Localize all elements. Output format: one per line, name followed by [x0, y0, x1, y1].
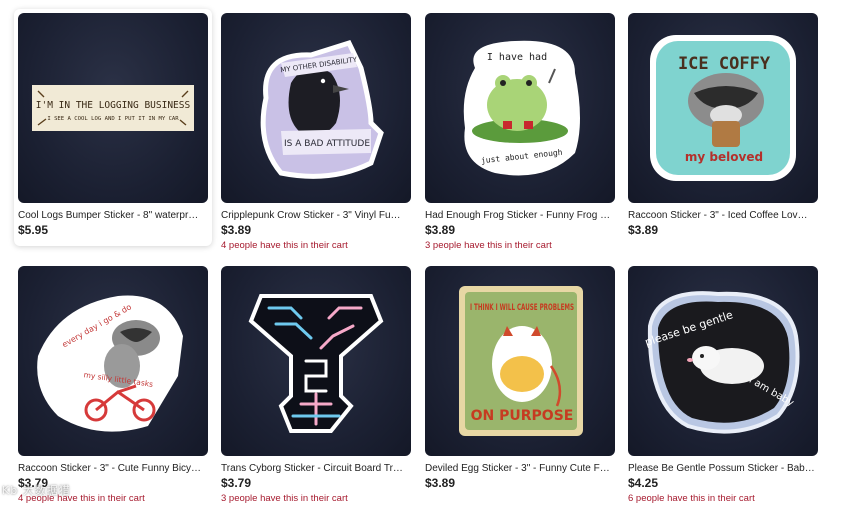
sticker-text: IS A BAD ATTITUDE — [284, 139, 370, 149]
product-card[interactable]: I have had just about enough Had Enough … — [425, 13, 615, 251]
product-title[interactable]: Cripplepunk Crow Sticker - 3" Vinyl Fu… — [221, 210, 411, 221]
product-image[interactable]: ICE COFFY my beloved — [628, 13, 818, 203]
product-card[interactable]: I THINK I WILL CAUSE PROBLEMS ON PURPOSE… — [425, 266, 615, 493]
product-title[interactable]: Had Enough Frog Sticker - Funny Frog … — [425, 210, 615, 221]
sticker-text: I THINK I WILL CAUSE PROBLEMS — [470, 303, 574, 313]
product-card[interactable]: please be gentle i am baby Please Be Gen… — [628, 266, 818, 504]
product-title[interactable]: Cool Logs Bumper Sticker - 8" waterpr… — [18, 210, 208, 221]
sticker-text: I SEE A COOL LOG AND I PUT IT IN MY CAR — [47, 116, 179, 122]
product-price: $3.89 — [425, 223, 456, 237]
product-card[interactable]: Trans Cyborg Sticker - Circuit Board Tr…… — [221, 266, 411, 504]
cart-count[interactable]: 3 people have this in their cart — [425, 240, 615, 251]
product-image[interactable]: please be gentle i am baby — [628, 266, 818, 456]
product-price: $3.89 — [425, 476, 456, 490]
product-image[interactable]: every day i go & do my silly little task… — [18, 266, 208, 456]
product-title[interactable]: Deviled Egg Sticker - 3" - Funny Cute F… — [425, 463, 615, 474]
product-price: $4.25 — [628, 476, 659, 490]
product-title[interactable]: Raccoon Sticker - 3" - Iced Coffee Lov… — [628, 210, 818, 221]
sticker-text: I'M IN THE LOGGING BUSINESS — [36, 100, 191, 111]
sticker-text: my beloved — [685, 150, 763, 164]
product-card[interactable]: MY OTHER DISABILITY IS A BAD ATTITUDE Cr… — [221, 13, 411, 251]
cart-count[interactable]: 6 people have this in their cart — [628, 493, 818, 504]
product-price: $3.89 — [221, 223, 252, 237]
product-image[interactable]: I have had just about enough — [425, 13, 615, 203]
product-image[interactable] — [221, 266, 411, 456]
watermark: Kb 大数据猎 — [2, 484, 71, 497]
sticker-text: ICE COFFY — [678, 54, 771, 74]
product-image[interactable]: I THINK I WILL CAUSE PROBLEMS ON PURPOSE — [425, 266, 615, 456]
product-price: $5.95 — [18, 223, 49, 237]
product-image[interactable]: I'M IN THE LOGGING BUSINESS I SEE A COOL… — [18, 13, 208, 203]
product-card[interactable]: every day i go & do my silly little task… — [18, 266, 208, 504]
cart-count[interactable]: 4 people have this in their cart — [221, 240, 411, 251]
product-title[interactable]: Raccoon Sticker - 3" - Cute Funny Bicy… — [18, 463, 208, 474]
product-card[interactable]: ICE COFFY my beloved Raccoon Sticker - 3… — [628, 13, 818, 240]
product-title[interactable]: Trans Cyborg Sticker - Circuit Board Tr… — [221, 463, 411, 474]
product-title[interactable]: Please Be Gentle Possum Sticker - Bab… — [628, 463, 818, 474]
product-price: $3.79 — [221, 476, 252, 490]
sticker-text: I have had — [487, 52, 547, 63]
product-image[interactable]: MY OTHER DISABILITY IS A BAD ATTITUDE — [221, 13, 411, 203]
product-price: $3.89 — [628, 223, 659, 237]
product-card[interactable]: I'M IN THE LOGGING BUSINESS I SEE A COOL… — [14, 9, 212, 246]
sticker-text: ON PURPOSE — [471, 408, 574, 424]
cart-count[interactable]: 3 people have this in their cart — [221, 493, 411, 504]
